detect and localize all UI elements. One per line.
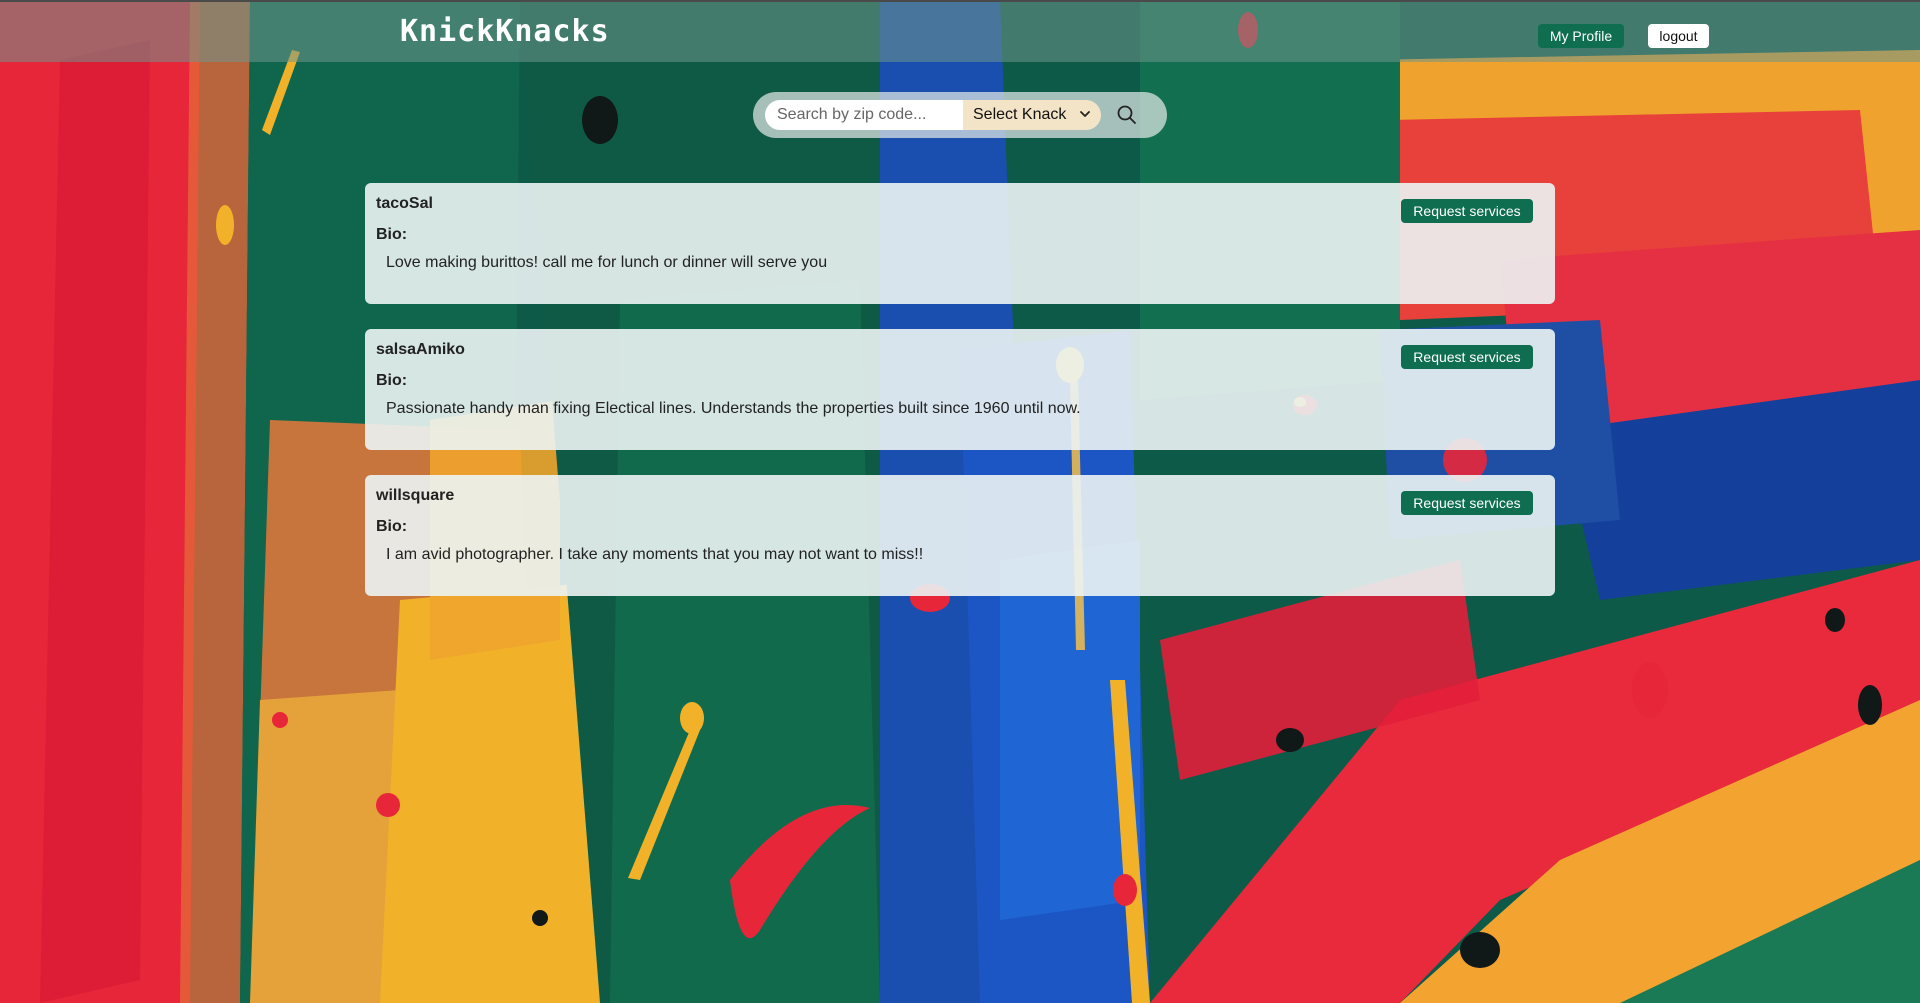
provider-bio: I am avid photographer. I take any momen…	[386, 546, 924, 563]
search-icon[interactable]	[1115, 103, 1139, 127]
bio-label: Bio:	[376, 518, 408, 535]
request-services-button[interactable]: Request services	[1401, 199, 1533, 223]
top-navbar: KnickKnacks My Profile logout	[0, 0, 1920, 62]
provider-username: tacoSal	[376, 195, 433, 212]
provider-bio: Passionate handy man fixing Electical li…	[386, 400, 1081, 417]
request-services-button[interactable]: Request services	[1401, 491, 1533, 515]
page: KnickKnacks My Profile logout Select Kna…	[0, 0, 1920, 1003]
zip-search-input[interactable]	[765, 100, 965, 130]
provider-username: willsquare	[376, 487, 455, 504]
bio-label: Bio:	[376, 226, 408, 243]
chevron-down-icon	[1080, 111, 1090, 117]
brand-logo[interactable]: KnickKnacks	[400, 14, 610, 49]
provider-list: tacoSal Request services Bio: Love makin…	[365, 183, 1555, 621]
logout-button[interactable]: logout	[1648, 24, 1709, 48]
provider-bio: Love making burittos! call me for lunch …	[386, 254, 828, 271]
request-services-button[interactable]: Request services	[1401, 345, 1533, 369]
provider-card: salsaAmiko Request services Bio: Passion…	[365, 329, 1555, 450]
provider-card: willsquare Request services Bio: I am av…	[365, 475, 1555, 596]
search-bar: Select Knack	[753, 92, 1167, 138]
provider-card: tacoSal Request services Bio: Love makin…	[365, 183, 1555, 304]
provider-username: salsaAmiko	[376, 341, 465, 358]
bio-label: Bio:	[376, 372, 408, 389]
my-profile-button[interactable]: My Profile	[1538, 24, 1624, 48]
knack-select[interactable]: Select Knack	[963, 100, 1101, 130]
knack-select-value: Select Knack	[973, 106, 1067, 123]
